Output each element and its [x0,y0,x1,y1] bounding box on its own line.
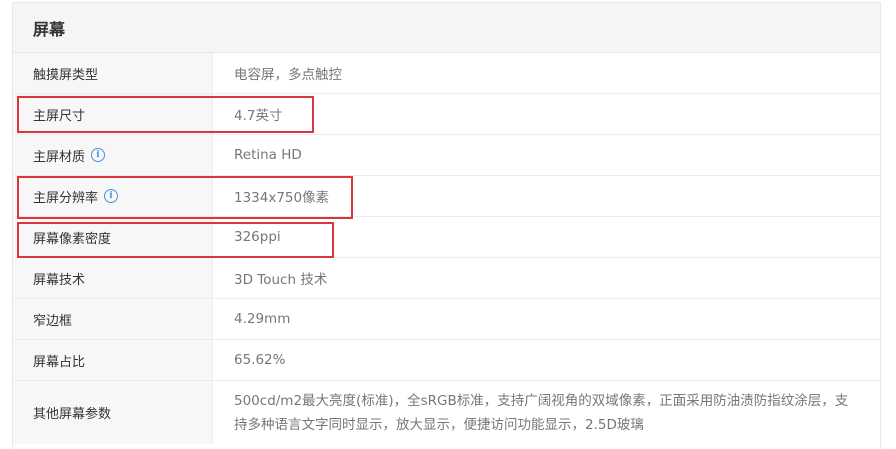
spec-label: 触摸屏类型 [33,67,99,83]
spec-label: 屏幕像素密度 [33,231,112,247]
spec-value: 4.29mm [234,311,291,327]
spec-label: 其他屏幕参数 [33,407,112,422]
spec-label: 主屏材质 [33,149,86,165]
spec-row-other-params: 其他屏幕参数 500cd/m2最大亮度(标准)，全sRGB标准，支持广阔视角的双… [13,381,880,444]
spec-value: 326ppi [234,229,281,245]
spec-row-screen-material: 主屏材质 i Retina HD [13,135,880,176]
section-title: 屏幕 [33,19,66,39]
spec-row-touch-type: 触摸屏类型 电容屏，多点触控 [13,53,880,94]
spec-value: 1334x750像素 [234,190,330,206]
spec-value: 电容屏，多点触控 [234,67,342,83]
spec-value: Retina HD [234,147,302,163]
spec-row-pixel-density: 屏幕像素密度 326ppi [13,217,880,258]
spec-row-screen-size: 主屏尺寸 4.7英寸 [13,94,880,135]
screen-spec-panel: 屏幕 触摸屏类型 电容屏，多点触控 主屏尺寸 4.7英寸 主屏材质 i Reti… [12,2,881,449]
section-header: 屏幕 [13,3,880,53]
spec-label: 屏幕占比 [33,354,86,370]
spec-row-resolution: 主屏分辨率 i 1334x750像素 [13,176,880,217]
spec-row-bezel: 窄边框 4.29mm [13,299,880,340]
spec-row-screen-tech: 屏幕技术 3D Touch 技术 [13,258,880,299]
spec-value: 65.62% [234,352,286,368]
spec-label: 屏幕技术 [33,272,86,288]
spec-value: 4.7英寸 [234,108,283,124]
spec-row-screen-ratio: 屏幕占比 65.62% [13,340,880,381]
spec-label: 主屏分辨率 [33,190,99,206]
info-icon[interactable]: i [91,148,106,162]
spec-label: 窄边框 [33,313,73,329]
spec-label: 主屏尺寸 [33,108,86,124]
spec-value: 3D Touch 技术 [234,272,328,288]
info-icon[interactable]: i [104,189,119,203]
spec-value: 500cd/m2最大亮度(标准)，全sRGB标准，支持广阔视角的双域像素，正面采… [234,392,849,433]
